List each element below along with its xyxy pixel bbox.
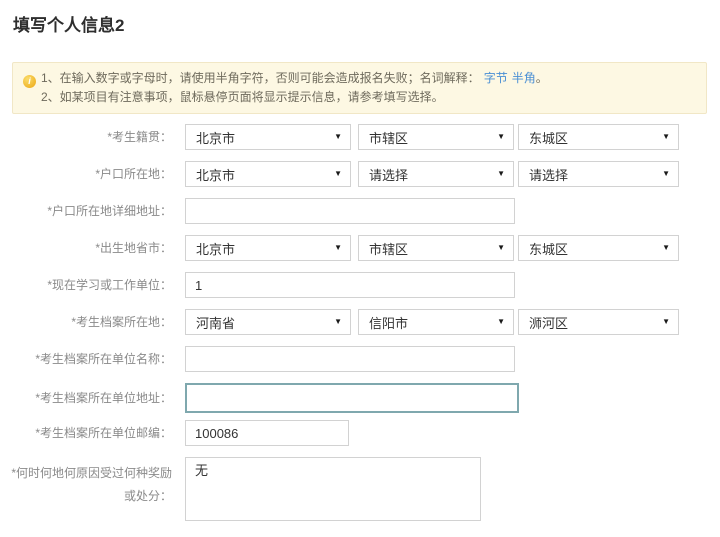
field-label: *出生地省市： (95, 240, 172, 255)
native-place-district-select[interactable]: 东城区 ▼ (518, 124, 679, 150)
archive-location-province-select[interactable]: 河南省 ▼ (185, 309, 351, 335)
form-row-archive-unit-postcode: *考生档案所在单位邮编： (0, 420, 720, 446)
birthplace-city-select[interactable]: 市辖区 ▼ (358, 235, 514, 261)
archive-unit-postcode-input[interactable] (185, 420, 349, 446)
chevron-down-icon: ▼ (497, 132, 505, 141)
chevron-down-icon: ▼ (497, 243, 505, 252)
native-place-province-select[interactable]: 北京市 ▼ (185, 124, 351, 150)
chevron-down-icon: ▼ (334, 317, 342, 326)
archive-unit-address-input[interactable] (185, 383, 519, 413)
field-label: *户口所在地详细地址： (47, 203, 172, 218)
residence-detail-address-input[interactable] (185, 198, 515, 224)
notice-line-1: i 1、在输入数字或字母时，请使用半角字符，否则可能会造成报名失败；名词解释： 字节… (23, 69, 694, 88)
archive-location-city-select[interactable]: 信阳市 ▼ (358, 309, 514, 335)
rewards-punishments-textarea[interactable]: 无 (185, 457, 481, 521)
notice-line-1-suffix: 。 (535, 71, 548, 85)
chevron-down-icon: ▼ (334, 243, 342, 252)
chevron-down-icon: ▼ (497, 169, 505, 178)
residence-city-select[interactable]: 请选择 ▼ (358, 161, 514, 187)
form-row-residence: *户口所在地： 北京市 ▼ 请选择 ▼ 请选择 ▼ (0, 161, 720, 187)
chevron-down-icon: ▼ (662, 243, 670, 252)
residence-district-select[interactable]: 请选择 ▼ (518, 161, 679, 187)
birthplace-province-select[interactable]: 北京市 ▼ (185, 235, 351, 261)
chevron-down-icon: ▼ (334, 169, 342, 178)
chevron-down-icon: ▼ (662, 132, 670, 141)
notice-line-1-text: 1、在输入数字或字母时，请使用半角字符，否则可能会造成报名失败；名词解释： (41, 71, 480, 85)
form-row-current-unit: *现在学习或工作单位： (0, 272, 720, 298)
field-label: *户口所在地： (95, 166, 172, 181)
residence-province-select[interactable]: 北京市 ▼ (185, 161, 351, 187)
field-label: *考生档案所在地： (71, 314, 172, 329)
current-study-or-work-unit-input[interactable] (185, 272, 515, 298)
form-row-archive-location: *考生档案所在地： 河南省 ▼ 信阳市 ▼ 浉河区 ▼ (0, 309, 720, 335)
field-label: *考生档案所在单位邮编： (35, 425, 172, 440)
notice-box: i 1、在输入数字或字母时，请使用半角字符，否则可能会造成报名失败；名词解释： 字节… (12, 62, 707, 114)
chevron-down-icon: ▼ (662, 317, 670, 326)
page-title: 填写个人信息2 (13, 16, 125, 35)
form-row-residence-detail-address: *户口所在地详细地址： (0, 198, 720, 224)
byte-link[interactable]: 字节 (484, 71, 508, 85)
field-label: *考生档案所在单位地址： (35, 390, 172, 405)
notice-line-2: 2、如某项目有注意事项，鼠标悬停页面将显示提示信息，请参考填写选择。 (23, 88, 694, 107)
halfwidth-link[interactable]: 半角 (512, 71, 536, 85)
field-label: *何时何地何原因受过何种奖励 或处分： (11, 466, 172, 503)
chevron-down-icon: ▼ (334, 132, 342, 141)
personal-info-form: *考生籍贯： 北京市 ▼ 市辖区 ▼ 东城区 ▼ *户口所在地： 北京市 ▼ 请… (0, 124, 720, 521)
notice-line-2-text: 2、如某项目有注意事项，鼠标悬停页面将显示提示信息，请参考填写选择。 (41, 90, 444, 104)
personal-info-form-page: 填写个人信息2 i 1、在输入数字或字母时，请使用半角字符，否则可能会造成报名失败… (0, 0, 720, 537)
birthplace-district-select[interactable]: 东城区 ▼ (518, 235, 679, 261)
archive-unit-name-input[interactable] (185, 346, 515, 372)
chevron-down-icon: ▼ (662, 169, 670, 178)
form-row-birthplace: *出生地省市： 北京市 ▼ 市辖区 ▼ 东城区 ▼ (0, 235, 720, 261)
chevron-down-icon: ▼ (497, 317, 505, 326)
form-row-native-place: *考生籍贯： 北京市 ▼ 市辖区 ▼ 东城区 ▼ (0, 124, 720, 150)
native-place-city-select[interactable]: 市辖区 ▼ (358, 124, 514, 150)
archive-location-district-select[interactable]: 浉河区 ▼ (518, 309, 679, 335)
form-row-rewards-punishments: *何时何地何原因受过何种奖励 或处分： 无 (0, 457, 720, 521)
field-label: *现在学习或工作单位： (47, 277, 172, 292)
field-label: *考生档案所在单位名称： (35, 351, 172, 366)
field-label: *考生籍贯： (107, 129, 172, 144)
form-row-archive-unit-address: *考生档案所在单位地址： (0, 383, 720, 413)
info-icon: i (23, 75, 36, 88)
form-row-archive-unit-name: *考生档案所在单位名称： (0, 346, 720, 372)
